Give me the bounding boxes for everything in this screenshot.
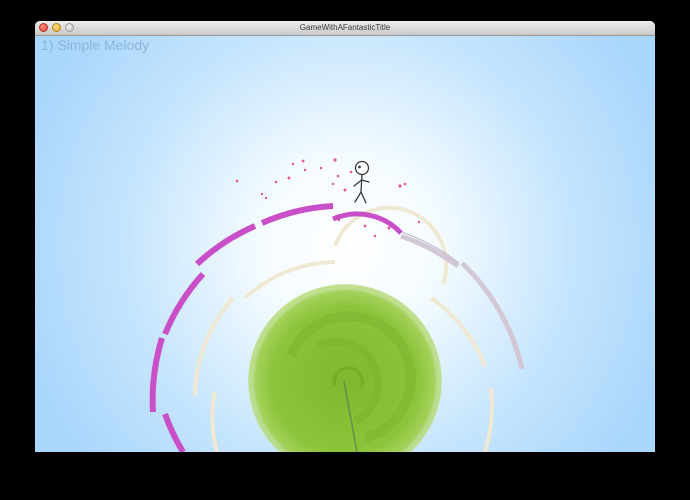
title-bar[interactable]: GameWithAFantasticTitle [35,21,655,36]
player-stick-figure [353,160,370,204]
planet [248,284,442,452]
level-label: 1) Simple Melody [41,37,150,53]
app-window: GameWithAFantasticTitle 1) Simple Melody [35,21,655,452]
game-canvas[interactable]: 1) Simple Melody [35,36,655,452]
game-scene [149,158,525,452]
window-title: GameWithAFantasticTitle [299,23,391,32]
